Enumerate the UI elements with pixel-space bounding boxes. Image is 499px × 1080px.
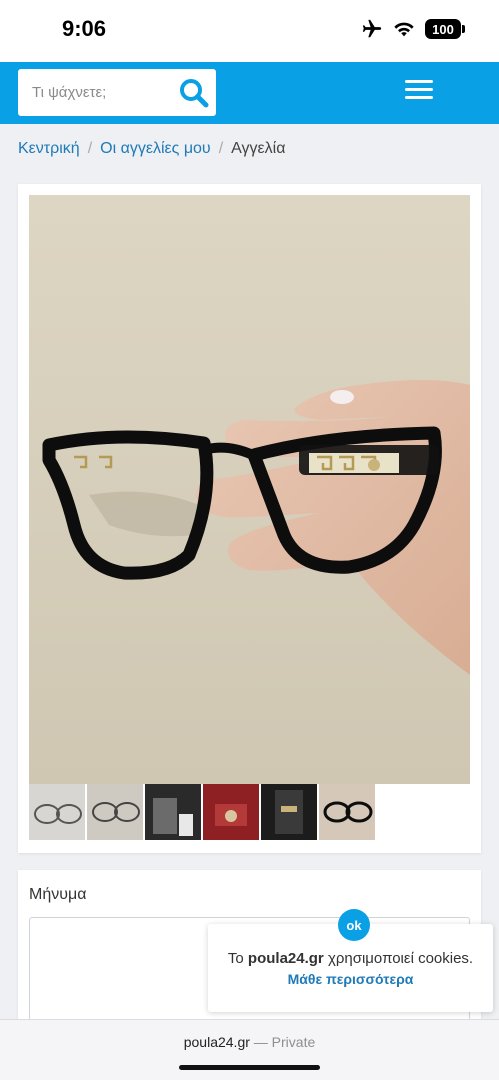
thumbnail-6[interactable]: [319, 784, 375, 840]
airplane-icon: [362, 19, 382, 38]
thumbnail-5[interactable]: [261, 784, 317, 840]
browser-url-bar[interactable]: poula24.gr — Private: [0, 1019, 499, 1080]
thumbnail-2[interactable]: [87, 784, 143, 840]
breadcrumb: Κεντρική / Οι αγγελίες μου / Αγγελία: [18, 140, 285, 158]
url-mode: — Private: [253, 1034, 316, 1050]
thumbnail-3[interactable]: [145, 784, 201, 840]
thumbnail-strip: [29, 784, 375, 840]
cookie-brand: poula24.gr: [247, 950, 324, 967]
status-bar: 9:06 100: [0, 0, 499, 62]
thumbnail-4[interactable]: [203, 784, 259, 840]
cookie-learn-more-link[interactable]: Μάθε περισσότερα: [208, 971, 493, 987]
home-indicator: [179, 1065, 320, 1070]
main-photo[interactable]: [29, 195, 470, 784]
gallery-card: [18, 184, 481, 853]
message-label: Μήνυμα: [29, 886, 87, 903]
battery-icon: 100: [425, 19, 465, 39]
site-header: [0, 62, 499, 124]
status-icons: 100: [361, 18, 465, 40]
url-text: poula24.gr — Private: [0, 1034, 499, 1050]
wifi-icon: [394, 22, 414, 37]
url-domain: poula24.gr: [183, 1034, 250, 1050]
cookie-message: χρησιμοποιεί cookies.: [327, 950, 474, 967]
hamburger-menu-icon[interactable]: [405, 80, 433, 104]
search-box: [18, 69, 216, 116]
search-icon[interactable]: [178, 77, 210, 109]
breadcrumb-separator: /: [87, 140, 93, 157]
status-time: 9:06: [62, 16, 107, 41]
eyeglasses-photo: [29, 195, 470, 784]
breadcrumb-my-ads-link[interactable]: Οι αγγελίες μου: [100, 140, 211, 158]
battery-level: 100: [432, 21, 454, 37]
breadcrumb-current: Αγγελία: [231, 140, 286, 157]
breadcrumb-home-link[interactable]: Κεντρική: [18, 140, 80, 158]
thumbnail-1[interactable]: [29, 784, 85, 840]
cookie-ok-button[interactable]: ok: [338, 909, 370, 941]
breadcrumb-separator: /: [218, 140, 224, 157]
cookie-popup: ok Το poula24.gr χρησιμοποιεί cookies. Μ…: [208, 909, 493, 1012]
cookie-text: Το poula24.gr χρησιμοποιεί cookies.: [208, 950, 493, 967]
cookie-prefix: Το: [227, 950, 244, 967]
search-input[interactable]: [18, 69, 173, 116]
